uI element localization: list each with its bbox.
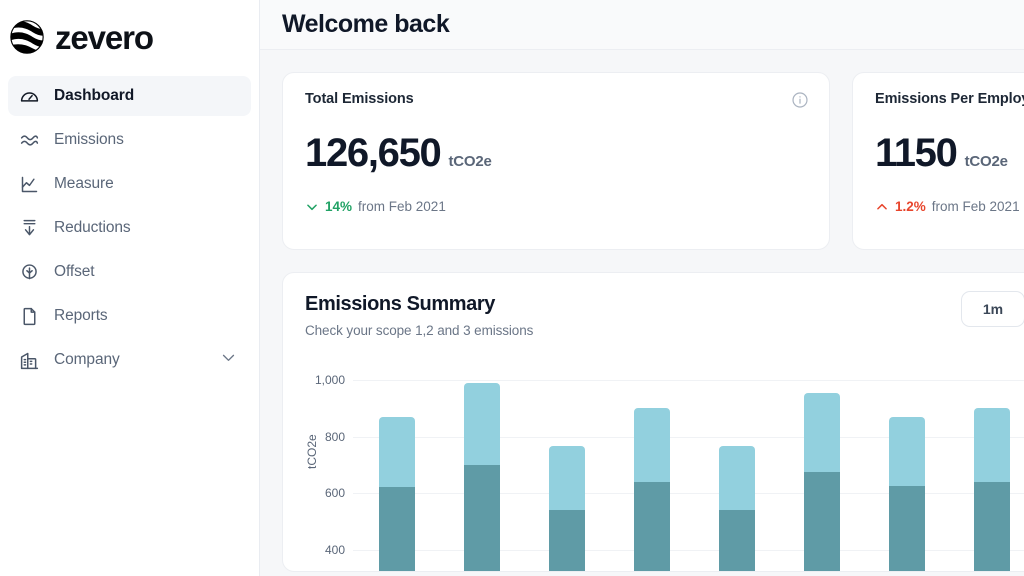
chart-bar-segment-upper — [464, 382, 500, 465]
chart-bar-segment-upper — [889, 416, 925, 486]
chart-y-tick-label: 1,000 — [314, 373, 345, 387]
chart-y-tick-label: 800 — [324, 429, 345, 444]
sidebar-item-label: Offset — [54, 263, 95, 280]
sidebar-item-label: Reports — [54, 307, 108, 324]
chart-bar-group[interactable] — [719, 446, 755, 571]
stat-card-delta-from: from Feb 2021 — [358, 199, 446, 214]
tree-icon — [18, 261, 40, 283]
sidebar-item-label: Company — [54, 351, 120, 368]
stat-card-delta-from: from Feb 2021 — [931, 199, 1020, 214]
stat-card-emissions-per-employee: Emissions Per Employee 1150 tCO2e — [852, 72, 1024, 250]
stat-card-unit: tCO2e — [964, 153, 1008, 170]
dashboard-body: Total Emissions 126,650 tCO2e 14% from F… — [260, 50, 1024, 572]
stat-card-row: Total Emissions 126,650 tCO2e 14% from F… — [282, 72, 1024, 250]
arrow-up-icon — [875, 200, 889, 214]
app-root: zevero Dashboard Emissions Measure Reduc… — [0, 0, 1024, 576]
sidebar-item-label: Emissions — [54, 131, 124, 148]
chart-bar-group[interactable] — [634, 408, 670, 571]
stat-card-delta: 14% from Feb 2021 — [305, 199, 809, 214]
document-icon — [18, 305, 40, 327]
sidebar: zevero Dashboard Emissions Measure Reduc… — [0, 0, 260, 576]
stat-card-value-row: 126,650 tCO2e — [305, 133, 809, 173]
chart-bar-segment-lower — [379, 487, 415, 571]
waves-icon — [18, 129, 40, 151]
chart-bar-group[interactable] — [464, 382, 500, 571]
arrow-down-icon — [305, 200, 319, 214]
sidebar-nav: Dashboard Emissions Measure Reductions O… — [0, 76, 259, 380]
stat-card-title: Total Emissions — [305, 91, 414, 107]
stat-card-delta: 1.2% from Feb 2021 — [875, 199, 1024, 214]
sidebar-item-emissions[interactable]: Emissions — [8, 120, 251, 160]
chart-y-tick-label: 600 — [324, 486, 345, 500]
gauge-icon — [18, 85, 40, 107]
brand-logo[interactable]: zevero — [0, 0, 259, 62]
stat-card-delta-pct: 14% — [325, 199, 353, 214]
chart-bar-segment-upper — [634, 408, 670, 482]
line-chart-icon — [18, 173, 40, 195]
chart-y-axis-label: tCO2e — [305, 434, 319, 469]
chart-bar-segment-upper — [549, 446, 585, 510]
chart-title: Emissions Summary — [305, 293, 495, 315]
chart-bar-group[interactable] — [804, 392, 840, 571]
chart-bar-group[interactable] — [379, 416, 415, 571]
chart-bar-group[interactable] — [889, 416, 925, 571]
chart-bar-segment-lower — [804, 471, 840, 571]
sidebar-item-dashboard[interactable]: Dashboard — [8, 76, 251, 116]
download-arrow-icon — [18, 217, 40, 239]
chart-bar-segment-lower — [464, 464, 500, 571]
stat-card-total-emissions: Total Emissions 126,650 tCO2e 14% from F… — [282, 72, 830, 250]
stat-card-value: 126,650 — [305, 131, 442, 175]
sidebar-item-label: Dashboard — [54, 87, 135, 104]
sidebar-item-reports[interactable]: Reports — [8, 296, 251, 336]
chart-bar-segment-lower — [634, 481, 670, 571]
stat-card-delta-pct: 1.2% — [895, 199, 926, 214]
emissions-bar-chart: tCO2e 1,000 800 600 400 — [305, 373, 1024, 571]
sidebar-item-measure[interactable]: Measure — [8, 164, 251, 204]
chevron-down-icon[interactable] — [220, 349, 237, 371]
brand-name: zevero — [55, 18, 154, 56]
main-content: Welcome back Total Emissions 126,650 tCO… — [260, 0, 1024, 576]
chart-bar-segment-lower — [889, 485, 925, 571]
chart-subtitle: Check your scope 1,2 and 3 emissions — [305, 323, 534, 338]
topbar: Welcome back — [260, 0, 1024, 50]
sidebar-item-reductions[interactable]: Reductions — [8, 208, 251, 248]
chart-bar-segment-lower — [974, 481, 1010, 571]
stat-card-title: Emissions Per Employee — [875, 91, 1024, 107]
info-circle-icon[interactable] — [791, 91, 809, 109]
stat-card-value-row: 1150 tCO2e — [875, 133, 1024, 173]
sidebar-item-company[interactable]: Company — [8, 340, 251, 380]
stat-card-value: 1150 — [875, 131, 958, 175]
chart-bar-segment-upper — [804, 392, 840, 472]
chart-range-selector[interactable]: 1m — [961, 291, 1024, 327]
chart-bar-segment-upper — [379, 416, 415, 488]
stat-card-unit: tCO2e — [448, 153, 492, 170]
sidebar-item-label: Reductions — [54, 219, 131, 236]
chart-y-tick-label: 400 — [324, 542, 345, 557]
page-title: Welcome back — [282, 10, 450, 38]
emissions-summary-card: Emissions Summary Check your scope 1,2 a… — [282, 272, 1024, 572]
chart-bar-segment-lower — [549, 509, 585, 571]
chart-bar-segment-upper — [719, 446, 755, 510]
sidebar-item-label: Measure — [54, 175, 114, 192]
sidebar-item-offset[interactable]: Offset — [8, 252, 251, 292]
chart-bar-group[interactable] — [974, 408, 1010, 571]
chart-bar-group[interactable] — [549, 446, 585, 571]
chart-bar-segment-lower — [719, 509, 755, 571]
zevero-globe-icon — [8, 18, 46, 56]
chart-bars — [353, 373, 1024, 571]
building-icon — [18, 349, 40, 371]
chart-bar-segment-upper — [974, 408, 1010, 482]
